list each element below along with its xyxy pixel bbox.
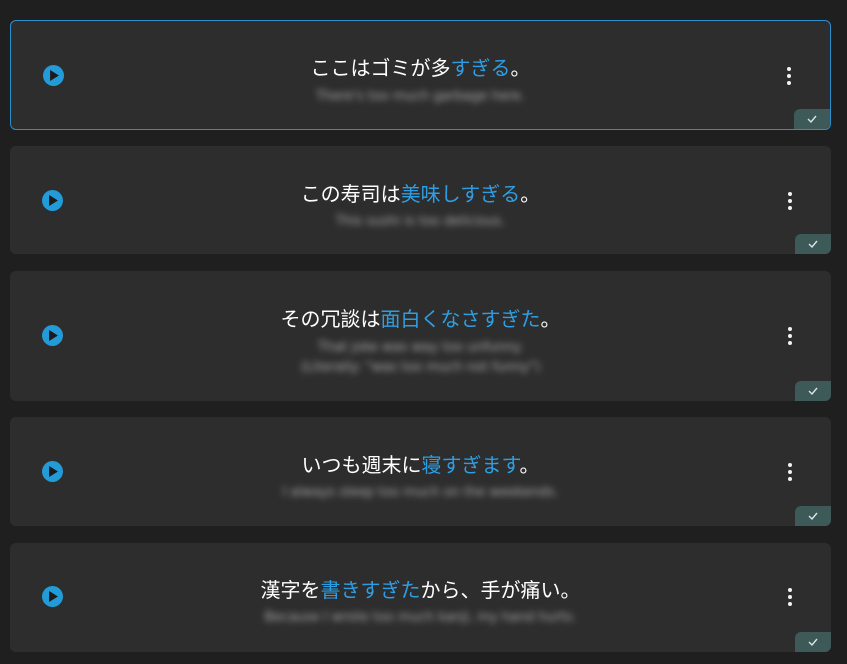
- dot: [788, 595, 792, 599]
- sentence-card-1[interactable]: ここはゴミが多すぎる。 There's too much garbage her…: [10, 20, 831, 130]
- learned-badge[interactable]: [795, 506, 831, 526]
- english-translation[interactable]: Because I wrote too much kanji, my hand …: [10, 609, 831, 627]
- checkmark-icon: [808, 638, 818, 647]
- dot: [788, 602, 792, 606]
- checkmark-icon: [807, 115, 817, 124]
- english-translation-line-2[interactable]: (Literally: "was too much not funny"): [10, 359, 831, 377]
- more-options-button[interactable]: [781, 586, 799, 608]
- more-options-button[interactable]: [780, 65, 798, 87]
- grammar-highlight: すぎる: [450, 56, 511, 80]
- more-options-button[interactable]: [781, 190, 799, 212]
- learned-badge[interactable]: [795, 234, 831, 254]
- english-translation[interactable]: There's too much garbage here.: [11, 88, 830, 106]
- dot: [787, 74, 791, 78]
- grammar-highlight: 書きすぎた: [320, 578, 421, 602]
- japanese-sentence: その冗談は面白くなさすぎた。: [280, 307, 561, 331]
- english-translation[interactable]: I always sleep too much on the weekends.: [10, 484, 831, 502]
- japanese-sentence: 漢字を書きすぎたから、手が痛い。: [260, 578, 581, 602]
- dot: [788, 327, 792, 331]
- more-options-button[interactable]: [781, 325, 799, 347]
- sentence-card-3[interactable]: その冗談は面白くなさすぎた。 That joke was way too unf…: [10, 271, 831, 401]
- dot: [788, 463, 792, 467]
- sentence-card-4[interactable]: いつも週末に寝すぎます。 I always sleep too much on …: [10, 417, 831, 526]
- japanese-sentence: この寿司は美味しすぎる。: [300, 182, 541, 206]
- dot: [787, 67, 791, 71]
- japanese-sentence: ここはゴミが多すぎる。: [310, 56, 531, 80]
- sentence-card-5[interactable]: 漢字を書きすぎたから、手が痛い。 Because I wrote too muc…: [10, 543, 831, 652]
- grammar-highlight: 美味しすぎる: [400, 182, 521, 206]
- dot: [788, 477, 792, 481]
- checkmark-icon: [808, 387, 818, 396]
- english-translation[interactable]: This sushi is too delicious.: [10, 213, 831, 231]
- more-options-button[interactable]: [781, 461, 799, 483]
- english-translation-line-1[interactable]: That joke was way too unfunny.: [10, 339, 831, 357]
- checkmark-icon: [808, 512, 818, 521]
- japanese-sentence: いつも週末に寝すぎます。: [301, 453, 540, 477]
- grammar-highlight: 寝すぎます: [421, 453, 520, 477]
- dot: [788, 192, 792, 196]
- learned-badge[interactable]: [795, 381, 831, 401]
- dot: [788, 588, 792, 592]
- checkmark-icon: [808, 240, 818, 249]
- learned-badge[interactable]: [795, 632, 831, 652]
- dot: [788, 470, 792, 474]
- dot: [788, 334, 792, 338]
- dot: [788, 206, 792, 210]
- learned-badge[interactable]: [794, 109, 830, 129]
- dot: [787, 81, 791, 85]
- grammar-highlight: 面白くなさすぎた: [380, 307, 541, 331]
- sentence-card-2[interactable]: この寿司は美味しすぎる。 This sushi is too delicious…: [10, 146, 831, 254]
- dot: [788, 341, 792, 345]
- dot: [788, 199, 792, 203]
